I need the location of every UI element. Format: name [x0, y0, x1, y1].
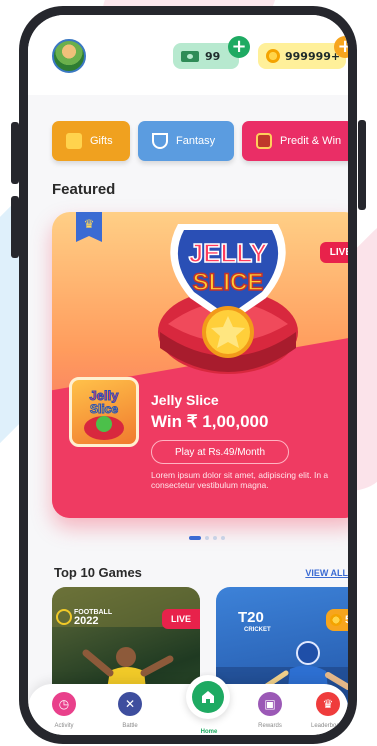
nav-label: Battle [122, 723, 138, 729]
cricket-subtitle: CRICKET [244, 627, 271, 633]
chip-fantasy[interactable]: Fantasy [138, 121, 234, 161]
logo-text-jelly: JELLY [189, 238, 268, 268]
chip-gifts[interactable]: Gifts [52, 121, 130, 161]
featured-card[interactable]: ♛ LIVE JELLY SLICE Jelly Slice [52, 212, 348, 518]
phone-side-button-volume-up [11, 122, 19, 184]
nav-rewards[interactable]: ▣ Rewards [242, 692, 298, 729]
football-title: FOOTBALL 2022 [74, 609, 112, 627]
nav-activity[interactable]: ◷ Activity [36, 692, 92, 729]
featured-game-name: Jelly Slice [151, 392, 219, 408]
chip-predict-win[interactable]: Predit & Win [242, 121, 348, 161]
football-title-year: 2022 [74, 615, 99, 627]
top-games-title: Top 10 Games [54, 565, 142, 580]
nav-label: Activity [54, 723, 74, 729]
trophy-icon: ♛ [76, 212, 102, 242]
shield-icon [152, 133, 168, 149]
logo-text-slice: SLICE [193, 269, 264, 296]
add-cash-button[interactable]: + [228, 36, 250, 58]
crown-icon: ♛ [316, 692, 340, 716]
live-badge: LIVE [319, 242, 348, 263]
carousel-dot[interactable] [205, 536, 209, 540]
gift-icon: ▣ [258, 692, 282, 716]
carousel-dot[interactable] [221, 536, 225, 540]
carousel-dot[interactable] [189, 536, 201, 540]
carousel-indicator [189, 536, 225, 540]
featured-game-prize: Win ₹ 1,00,000 [151, 412, 269, 431]
coin-icon [266, 49, 280, 63]
nav-battle[interactable]: ✕ Battle [102, 692, 158, 729]
jelly-slice-logo: JELLY SLICE [158, 224, 298, 374]
nav-home-label: Home [200, 729, 218, 735]
view-all-link[interactable]: VIEW ALL [305, 568, 348, 578]
nav-home[interactable] [186, 675, 230, 719]
cash-balance: 99 [205, 49, 221, 63]
carousel-dot[interactable] [213, 536, 217, 540]
phone-side-button-power [358, 120, 366, 210]
nav-label: Rewards [258, 723, 282, 729]
crossed-swords-icon: ✕ [118, 692, 142, 716]
chip-label: Predit & Win [280, 135, 342, 147]
cricket-title: T20 [238, 609, 264, 626]
featured-description: Lorem ipsum dolor sit amet, adipiscing e… [151, 470, 329, 490]
home-icon [192, 681, 224, 713]
coin-balance-pill[interactable]: 999999+ [258, 43, 346, 69]
chip-label: Fantasy [176, 135, 216, 147]
cash-icon [181, 50, 199, 62]
phone-frame: 99 + 999999+ + Gifts Fantasy Predit & Wi… [19, 6, 357, 744]
live-badge: LIVE [161, 609, 200, 629]
coin-cost-badge: 50 [326, 609, 348, 631]
category-chips: Gifts Fantasy Predit & Win [52, 121, 348, 163]
thumb-text-jelly: Jelly [90, 388, 120, 403]
coin-cost: 50 [345, 614, 348, 626]
dice-icon [256, 133, 272, 149]
clock-icon: ◷ [52, 692, 76, 716]
phone-side-button-volume-down [11, 196, 19, 258]
thumb-text-slice: Slice [90, 402, 118, 416]
featured-title: Featured [52, 181, 116, 198]
nav-label: Leaderboard [310, 723, 346, 729]
chip-label: Gifts [90, 135, 113, 147]
avatar[interactable] [52, 39, 86, 73]
gift-icon [66, 133, 82, 149]
coin-balance: 999999+ [285, 49, 341, 63]
coin-icon [330, 614, 342, 626]
play-subscription-button[interactable]: Play at Rs.49/Month [151, 440, 289, 464]
featured-game-thumbnail: Jelly Slice [69, 377, 139, 447]
top-bar: 99 + 999999+ + [28, 15, 348, 95]
app-screen: 99 + 999999+ + Gifts Fantasy Predit & Wi… [28, 15, 348, 735]
nav-leaderboard[interactable]: ♛ Leaderboard [300, 692, 348, 729]
